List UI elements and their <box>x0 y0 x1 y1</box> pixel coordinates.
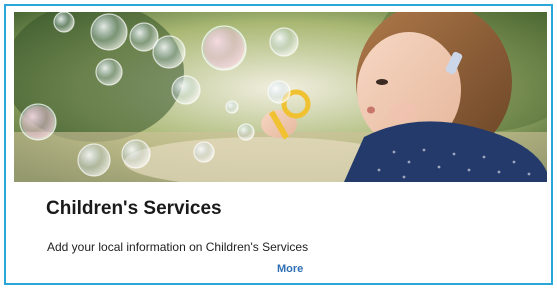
girl-blowing-bubbles-photo <box>14 12 547 182</box>
card-description: Add your local information on Children's… <box>47 240 309 254</box>
hero-image <box>14 12 547 182</box>
childrens-services-card: Children's Services Add your local infor… <box>4 4 553 285</box>
page: Children's Services Add your local infor… <box>0 0 557 291</box>
more-link[interactable]: More <box>277 263 303 275</box>
card-title: Children's Services <box>46 198 222 219</box>
